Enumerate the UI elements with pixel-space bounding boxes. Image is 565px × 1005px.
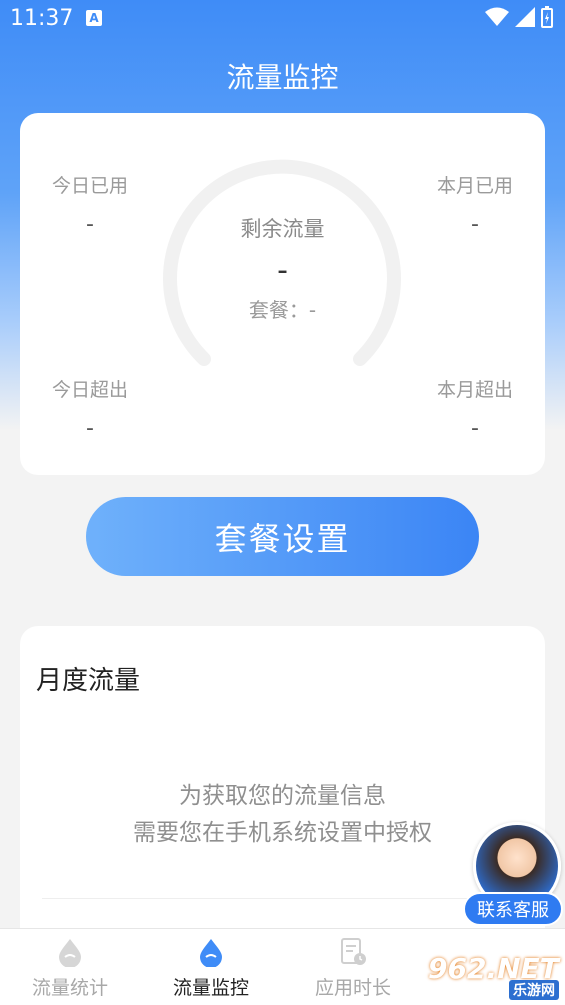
gauge-center: 剩余流量 - 套餐：-: [160, 213, 405, 323]
month-used-stat: 本月已用 -: [415, 171, 535, 237]
signal-icon: [515, 7, 535, 27]
today-used-value: -: [86, 212, 94, 237]
status-bar: 11:37 A: [0, 0, 565, 40]
droplet-icon: [200, 939, 222, 968]
month-over-label: 本月超出: [436, 379, 513, 401]
nav-item-app-usage[interactable]: 应用时长: [283, 937, 423, 1000]
wifi-icon: [485, 7, 509, 26]
customer-service-label: 联系客服: [463, 892, 563, 926]
nav-label-traffic-stats: 流量统计: [31, 977, 108, 999]
month-over-stat: 本月超出 -: [415, 375, 535, 441]
today-used-stat: 今日已用 -: [30, 171, 150, 237]
divider: [42, 898, 522, 899]
nav-item-traffic-stats[interactable]: 流量统计: [0, 937, 140, 1000]
today-over-label: 今日超出: [51, 379, 128, 401]
nav-label-traffic-monitor: 流量监控: [172, 977, 249, 999]
watermark: 962.NET 乐游网: [428, 952, 565, 1002]
notification-icon: A: [86, 10, 102, 26]
gauge-plan: 套餐：-: [248, 298, 317, 322]
plan-settings-button[interactable]: 套餐设置: [86, 497, 479, 576]
status-time: 11:37: [10, 6, 74, 31]
month-used-label: 本月已用: [436, 175, 513, 197]
today-used-label: 今日已用: [51, 175, 128, 197]
status-icons: [485, 6, 553, 28]
nav-label-app-usage: 应用时长: [314, 977, 391, 999]
gauge-value: -: [277, 253, 288, 288]
nav-item-traffic-monitor[interactable]: 流量监控: [141, 937, 281, 1000]
droplet-icon: [59, 939, 81, 968]
watermark-sub: 乐游网: [509, 980, 559, 1000]
battery-icon: [541, 6, 553, 28]
page-title: 流量监控: [226, 61, 339, 94]
traffic-summary-card: 今日已用 - 本月已用 - 今日超出 - 本月超出 - 剩余流量 - 套餐：-: [20, 113, 545, 475]
permission-hint-line1: 为获取您的流量信息: [179, 783, 386, 809]
document-clock-icon: [341, 938, 366, 965]
month-over-value: -: [471, 416, 479, 441]
month-used-value: -: [471, 212, 479, 237]
customer-service-button[interactable]: 联系客服: [463, 822, 563, 926]
today-over-stat: 今日超出 -: [30, 375, 150, 441]
today-over-value: -: [86, 416, 94, 441]
monthly-title: 月度流量: [36, 666, 141, 696]
gauge-label: 剩余流量: [240, 217, 325, 241]
